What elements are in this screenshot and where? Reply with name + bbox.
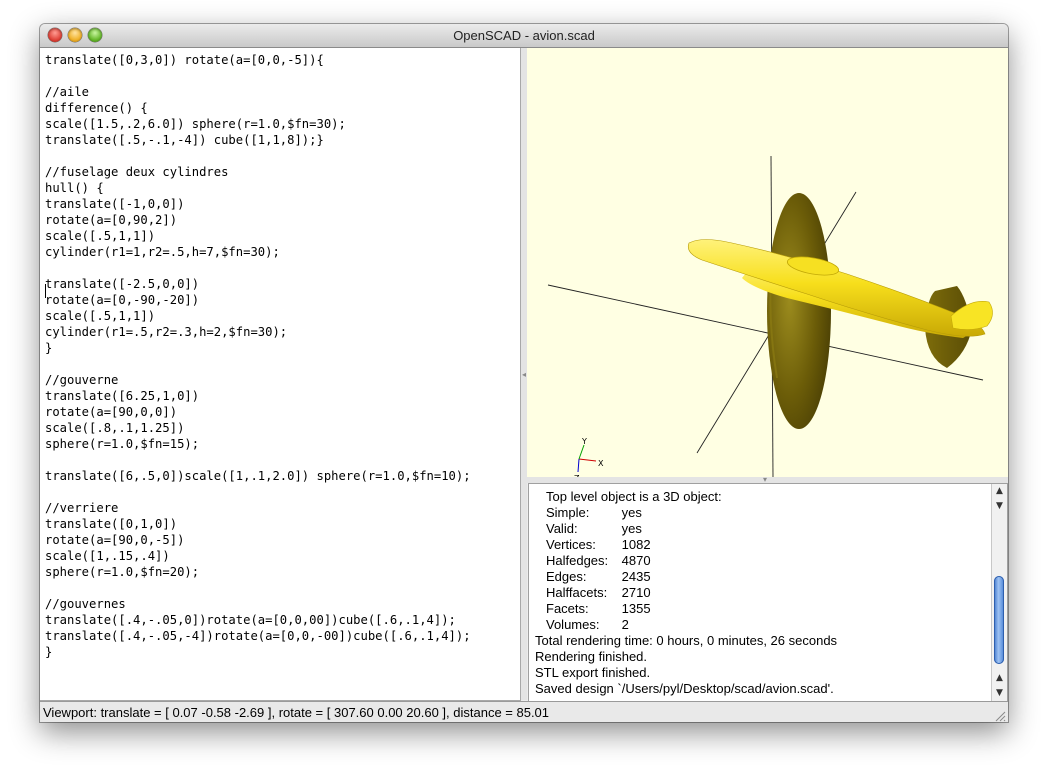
stat-row: Facets: 1355	[535, 601, 987, 617]
3d-scene: X Y Z	[547, 155, 993, 477]
stat-value: yes	[621, 521, 642, 536]
stat-value: yes	[621, 505, 642, 520]
stat-label: Halfedges:	[546, 553, 609, 568]
scroll-down-arrow-icon[interactable]: ▼	[992, 499, 1007, 514]
resize-grip-icon[interactable]	[994, 710, 1006, 722]
console-line: Total rendering time: 0 hours, 0 minutes…	[535, 633, 838, 648]
scroll-down-arrow-icon[interactable]: ▼	[992, 686, 1007, 701]
console-panel[interactable]: Top level object is a 3D object: Simple:…	[528, 483, 1008, 702]
console-scrollbar[interactable]: ▲ ▼ ▲ ▼	[991, 484, 1007, 701]
console-line: Rendering finished.	[535, 649, 648, 664]
small-axis-z	[577, 458, 580, 473]
stat-row: Volumes: 2	[535, 617, 987, 633]
window-title: OpenSCAD - avion.scad	[453, 28, 595, 43]
stat-value: 1355	[621, 601, 651, 616]
stat-row: Edges: 2435	[535, 569, 987, 585]
small-axis-x	[578, 458, 597, 462]
stat-value: 4870	[621, 553, 651, 568]
stat-row: Halffacets: 2710	[535, 585, 987, 601]
axis-label-x: X	[598, 459, 604, 468]
axis-label-y: Y	[581, 437, 587, 446]
stat-label: Edges:	[546, 569, 587, 584]
splitter-grip-icon: ◂	[522, 370, 527, 379]
stat-row: Halfedges: 4870	[535, 553, 987, 569]
console-line: STL export finished.	[535, 665, 651, 680]
stat-value: 2	[621, 617, 629, 632]
viewport-status: Viewport: translate = [ 0.07 -0.58 -2.69…	[43, 705, 550, 720]
text-cursor	[45, 284, 46, 298]
stat-value: 2710	[621, 585, 651, 600]
stat-label: Simple:	[546, 505, 590, 520]
main-wing	[688, 239, 986, 337]
3d-viewport[interactable]: X Y Z	[527, 48, 1008, 477]
openscad-window: OpenSCAD - avion.scad translate([0,3,0])…	[40, 24, 1008, 722]
stat-value: 2435	[621, 569, 651, 584]
code-text[interactable]: translate([0,3,0]) rotate(a=[0,0,-5]){ /…	[40, 48, 520, 660]
stat-value: 1082	[621, 537, 651, 552]
stat-label: Volumes:	[546, 617, 600, 632]
console-line: Saved design `/Users/pyl/Desktop/scad/av…	[535, 681, 834, 696]
title-bar[interactable]: OpenSCAD - avion.scad	[40, 24, 1008, 48]
stat-label: Halffacets:	[546, 585, 608, 600]
stat-label: Vertices:	[546, 537, 596, 552]
stat-row: Valid: yes	[535, 521, 987, 537]
scroll-up-arrow-icon[interactable]: ▲	[992, 484, 1007, 499]
status-bar: Viewport: translate = [ 0.07 -0.58 -2.69…	[40, 701, 1008, 722]
console-line: Top level object is a 3D object:	[546, 489, 722, 504]
stat-row: Simple: yes	[535, 505, 987, 521]
scroll-up-arrow-icon[interactable]: ▲	[992, 671, 1007, 686]
vertical-fin	[767, 193, 831, 429]
stat-label: Facets:	[546, 601, 589, 616]
scrollbar-thumb[interactable]	[994, 576, 1004, 664]
small-axis-y	[578, 444, 585, 460]
stat-row: Vertices: 1082	[535, 537, 987, 553]
code-editor[interactable]: translate([0,3,0]) rotate(a=[0,0,-5]){ /…	[40, 48, 521, 701]
stat-label: Valid:	[546, 521, 578, 536]
